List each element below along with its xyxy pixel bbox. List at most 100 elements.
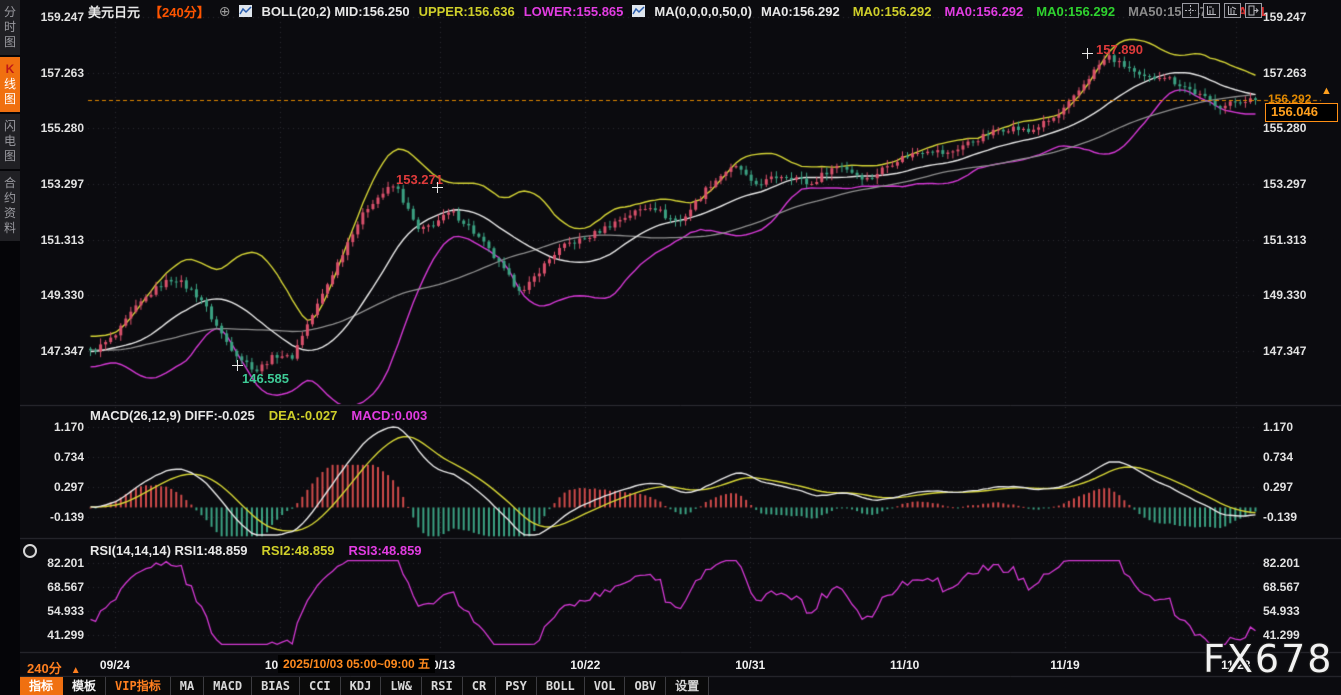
axis-label: 0.297 (1263, 480, 1293, 494)
tab-MA[interactable]: MA (171, 677, 204, 695)
x-tick-11/19: 11/19 (1050, 658, 1079, 672)
axis-label: 151.313 (1263, 233, 1306, 247)
axis-label: 54.933 (26, 604, 84, 618)
period-selector[interactable]: 240分 ▲ (27, 658, 81, 677)
sidebar-item-3[interactable]: 合约资料 (0, 171, 20, 241)
boll-values: BOLL(20,2) MID:156.250 (261, 4, 409, 19)
tab-PSY[interactable]: PSY (496, 677, 537, 695)
sidebar-item-char: 约 (0, 191, 20, 206)
axis-label: 0.734 (1263, 450, 1293, 464)
tab-CR[interactable]: CR (463, 677, 496, 695)
period-up-triangle-icon: ▲ (71, 665, 81, 676)
macd-macd-value: MACD:0.003 (351, 408, 427, 423)
x-tick-11/10: 11/10 (890, 658, 919, 672)
tab-MACD[interactable]: MACD (204, 677, 252, 695)
sidebar-item-char: 合 (0, 176, 20, 191)
sidebar-item-char: 图 (0, 92, 20, 107)
axis-label: 157.263 (26, 66, 84, 80)
x-tick-09/24: 09/24 (100, 658, 130, 672)
axis-label: 68.567 (26, 580, 84, 594)
sidebar-item-2[interactable]: 闪电图 (0, 114, 20, 169)
axis-label: 151.313 (26, 233, 84, 247)
ma-indicator-icon[interactable] (632, 5, 645, 17)
axis-label: 159.247 (26, 10, 84, 24)
axis-label: 159.247 (1263, 10, 1306, 24)
period-selector-label: 240分 (27, 661, 62, 676)
axis-label: 149.330 (1263, 288, 1306, 302)
axis-label: 147.347 (26, 344, 84, 358)
axis-scale-right-icon[interactable] (1224, 3, 1241, 18)
current-price-badge: 156.046 (1265, 103, 1338, 122)
ma-value-2: MA0:156.292 (945, 4, 1024, 19)
axis-label: 82.201 (26, 556, 84, 570)
axis-label: 54.933 (1263, 604, 1300, 618)
sidebar-item-char: 闪 (0, 119, 20, 134)
axis-label: 155.280 (1263, 121, 1306, 135)
rsi-panel-header: RSI(14,14,14) RSI1:48.859 RSI2:48.859 RS… (90, 543, 422, 558)
trading-app: 分时图K线图闪电图合约资料 美元日元 【240分】 ⊕ BOLL(20,2) M… (0, 0, 1341, 695)
price-line-arrow-icon: ▲ (1321, 85, 1332, 97)
axis-label: 149.330 (26, 288, 84, 302)
ma-value-1: MA0:156.292 (853, 4, 932, 19)
axis-scale-left-icon[interactable] (1203, 3, 1220, 18)
axis-label: 82.201 (1263, 556, 1300, 570)
exit-chart-icon[interactable] (1245, 3, 1262, 18)
tab-KDJ[interactable]: KDJ (341, 677, 382, 695)
sidebar-item-char: 分 (0, 5, 20, 20)
watermark: FX678 (1203, 637, 1333, 681)
axis-label: 0.297 (26, 480, 84, 494)
axis-label: 153.297 (1263, 177, 1306, 191)
axis-label: -0.139 (26, 510, 84, 524)
sidebar-item-char: 线 (0, 77, 20, 92)
crosshair-marker-icon (1082, 48, 1093, 59)
tab-设置[interactable]: 设置 (666, 677, 709, 695)
tab-RSI[interactable]: RSI (422, 677, 463, 695)
crosshair-marker-icon (232, 360, 243, 371)
sidebar-item-char: 料 (0, 221, 20, 236)
x-tick-10/31: 10/31 (735, 658, 765, 672)
tab-VIP指标[interactable]: VIP指标 (106, 677, 171, 695)
ma-value-0: MA0:156.292 (761, 4, 840, 19)
axis-label: 1.170 (1263, 420, 1293, 434)
axis-label: 147.347 (1263, 344, 1306, 358)
tab-指标[interactable]: 指标 (20, 677, 63, 695)
rsi2-value: RSI2:48.859 (262, 543, 335, 558)
tab-VOL[interactable]: VOL (585, 677, 626, 695)
axis-label: 153.297 (26, 177, 84, 191)
price-annotation-0: 157.890 (1096, 42, 1143, 57)
boll-indicator-icon[interactable] (239, 5, 252, 17)
move-icon[interactable] (1182, 3, 1199, 18)
axis-label: 155.280 (26, 121, 84, 135)
axis-label: 41.299 (26, 628, 84, 642)
tab-OBV[interactable]: OBV (625, 677, 666, 695)
macd-panel-header: MACD(26,12,9) DIFF:-0.025 DEA:-0.027 MAC… (90, 408, 427, 423)
period-label[interactable]: 【240分】 (149, 2, 210, 21)
rsi1-value: RSI(14,14,14) RSI1:48.859 (90, 543, 248, 558)
sidebar: 分时图K线图闪电图合约资料 (0, 0, 20, 695)
tab-LW&[interactable]: LW& (381, 677, 422, 695)
axis-label: 68.567 (1263, 580, 1300, 594)
tab-CCI[interactable]: CCI (300, 677, 341, 695)
tab-BIAS[interactable]: BIAS (252, 677, 300, 695)
tab-BOLL[interactable]: BOLL (537, 677, 585, 695)
window-controls (1182, 3, 1262, 18)
symbol-title: 美元日元 (88, 2, 140, 21)
x-tick-10/22: 10/22 (570, 658, 600, 672)
rsi3-value: RSI3:48.859 (349, 543, 422, 558)
boll-upper-value: UPPER:156.636 (419, 4, 515, 19)
macd-values: MACD(26,12,9) DIFF:-0.025 (90, 408, 255, 423)
sidebar-item-0[interactable]: 分时图 (0, 0, 20, 55)
sidebar-item-1[interactable]: K线图 (0, 57, 20, 112)
panel-collapse-icon[interactable] (23, 544, 37, 558)
tab-模板[interactable]: 模板 (63, 677, 106, 695)
axis-label: -0.139 (1263, 510, 1297, 524)
crosshair-marker-icon (432, 182, 443, 193)
ma-value-3: MA0:156.292 (1036, 4, 1115, 19)
add-indicator-icon[interactable]: ⊕ (219, 3, 231, 20)
ma-group-label: MA(0,0,0,0,50,0) (654, 4, 752, 19)
macd-dea-value: DEA:-0.027 (269, 408, 338, 423)
chart-header: 美元日元 【240分】 ⊕ BOLL(20,2) MID:156.250 UPP… (88, 2, 1266, 20)
boll-lower-value: LOWER:155.865 (524, 4, 624, 19)
xaxis-hover-tooltip: 2025/10/03 05:00~09:00 五 (278, 655, 435, 673)
chart-canvas[interactable] (0, 0, 1341, 695)
